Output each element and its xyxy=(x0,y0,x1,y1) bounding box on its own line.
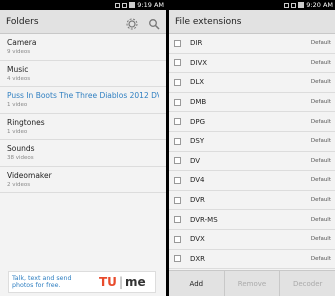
decoder-button[interactable]: Decoder xyxy=(280,271,335,296)
action-bar: File extensions xyxy=(169,10,335,34)
extension-name: DV xyxy=(190,156,201,165)
extension-name: DV4 xyxy=(190,176,205,185)
folder-item[interactable]: Camera 9 videos xyxy=(0,34,166,61)
folder-name: Music xyxy=(7,64,29,74)
folder-name: Sounds xyxy=(7,144,35,153)
extension-checkbox[interactable] xyxy=(174,39,181,47)
mute-icon xyxy=(115,2,121,8)
folder-video-count: 1 video xyxy=(7,128,28,135)
extension-checkbox[interactable] xyxy=(174,118,181,126)
status-time: 9:19 AM xyxy=(137,1,164,9)
extension-status: Default xyxy=(310,99,331,106)
extension-name: DLX xyxy=(190,78,205,87)
extension-name: DIVX xyxy=(190,58,208,67)
file-extensions-screen: 9:20 AM File extensions DIR Default DIVX De… xyxy=(169,0,335,296)
extension-row[interactable]: DLX Default xyxy=(169,73,335,93)
extension-checkbox[interactable] xyxy=(174,255,181,263)
extension-checkbox[interactable] xyxy=(174,78,181,86)
extension-status: Default xyxy=(310,236,331,243)
folder-item[interactable]: Videomaker 2 videos xyxy=(0,167,166,193)
extension-row[interactable]: DIR Default xyxy=(169,34,335,54)
status-bar: 9:20 AM xyxy=(169,0,335,10)
folders-screen: 9:19 AM Folders Camera 9 videos Music 4 vid… xyxy=(0,0,166,296)
remove-button[interactable]: Remove xyxy=(225,271,281,296)
extension-status: Default xyxy=(310,157,331,164)
folder-video-count: 2 videos xyxy=(7,181,31,188)
extension-row[interactable]: DPG Default xyxy=(169,112,335,132)
extension-status: Default xyxy=(310,118,331,125)
extension-row[interactable]: DXR Default xyxy=(169,250,335,270)
extension-name: DIR xyxy=(190,39,203,48)
page-title: File extensions xyxy=(175,16,242,27)
extension-checkbox[interactable] xyxy=(174,59,181,67)
extension-checkbox[interactable] xyxy=(174,196,181,204)
folder-item[interactable]: Ringtones 1 video xyxy=(0,114,166,140)
status-time: 9:20 AM xyxy=(306,1,333,9)
extension-status: Default xyxy=(310,79,331,86)
folder-name: Camera xyxy=(7,38,37,47)
mute-icon xyxy=(284,2,290,8)
extension-row[interactable]: DIVX Default xyxy=(169,54,335,74)
extension-name: DVR-MS xyxy=(190,215,218,224)
page-title: Folders xyxy=(6,16,39,27)
extension-status: Default xyxy=(310,138,331,145)
button-bar: Add Remove Decoder xyxy=(169,270,335,296)
extension-status: Default xyxy=(310,177,331,184)
folder-video-count: 4 videos xyxy=(7,75,31,82)
folder-name: Videomaker xyxy=(7,170,52,180)
extension-checkbox[interactable] xyxy=(174,235,181,243)
signal-icon xyxy=(291,2,297,8)
folder-video-count: 1 video xyxy=(7,102,28,108)
ad-banner[interactable]: Talk, text and send photos for free. TU |… xyxy=(8,271,156,293)
signal-icon xyxy=(122,2,128,8)
extension-name: DXR xyxy=(190,254,206,263)
folder-list: Camera 9 videos Music 4 videos Puss In Boots… xyxy=(0,34,166,193)
search-icon[interactable] xyxy=(148,15,160,30)
extension-row[interactable]: DVR-MS Default xyxy=(169,210,335,230)
extension-checkbox[interactable] xyxy=(174,98,181,106)
folder-item[interactable]: Puss In Boots The Three Diablos 2012 DVD… xyxy=(0,87,166,114)
extension-name: DVR xyxy=(190,196,205,205)
extension-name: DVX xyxy=(190,235,205,244)
settings-icon[interactable] xyxy=(126,15,138,30)
folder-video-count: 9 videos xyxy=(7,49,31,55)
extension-status: Default xyxy=(310,255,331,262)
extension-name: DSY xyxy=(190,137,205,146)
extension-checkbox[interactable] xyxy=(174,137,181,145)
extension-row[interactable]: DVR Default xyxy=(169,191,335,211)
extension-checkbox[interactable] xyxy=(174,216,181,224)
folder-item[interactable]: Music 4 videos xyxy=(0,61,166,87)
extension-row[interactable]: DVX Default xyxy=(169,230,335,250)
folder-name: Ringtones xyxy=(7,117,45,127)
ad-text: Talk, text and send photos for free. xyxy=(12,275,72,289)
extension-name: DPG xyxy=(190,117,206,126)
battery-icon xyxy=(298,2,305,8)
extension-row[interactable]: DV4 Default xyxy=(169,171,335,191)
folder-video-count: 38 videos xyxy=(7,155,34,161)
extension-status: Default xyxy=(310,197,331,204)
status-bar: 9:19 AM xyxy=(0,0,166,10)
extension-list: DIR Default DIVX Default DLX Default DMB Defaul… xyxy=(169,34,335,289)
extension-name: DMB xyxy=(190,98,207,107)
extension-row[interactable]: DSY Default xyxy=(169,132,335,152)
extension-checkbox[interactable] xyxy=(174,157,181,165)
extension-status: Default xyxy=(310,216,331,223)
extension-row[interactable]: DMB Default xyxy=(169,93,335,113)
folder-name: Puss In Boots The Three Diablos 2012 DVD… xyxy=(7,91,159,100)
ad-brand-logo: TU | me xyxy=(99,275,146,289)
extension-row[interactable]: DV Default xyxy=(169,152,335,172)
add-button[interactable]: Add xyxy=(169,271,225,296)
extension-status: Default xyxy=(310,59,331,66)
extension-checkbox[interactable] xyxy=(174,176,181,184)
folder-item[interactable]: Sounds 38 videos xyxy=(0,140,166,167)
extension-status: Default xyxy=(310,40,331,47)
action-bar: Folders xyxy=(0,10,166,34)
battery-icon xyxy=(129,2,136,8)
